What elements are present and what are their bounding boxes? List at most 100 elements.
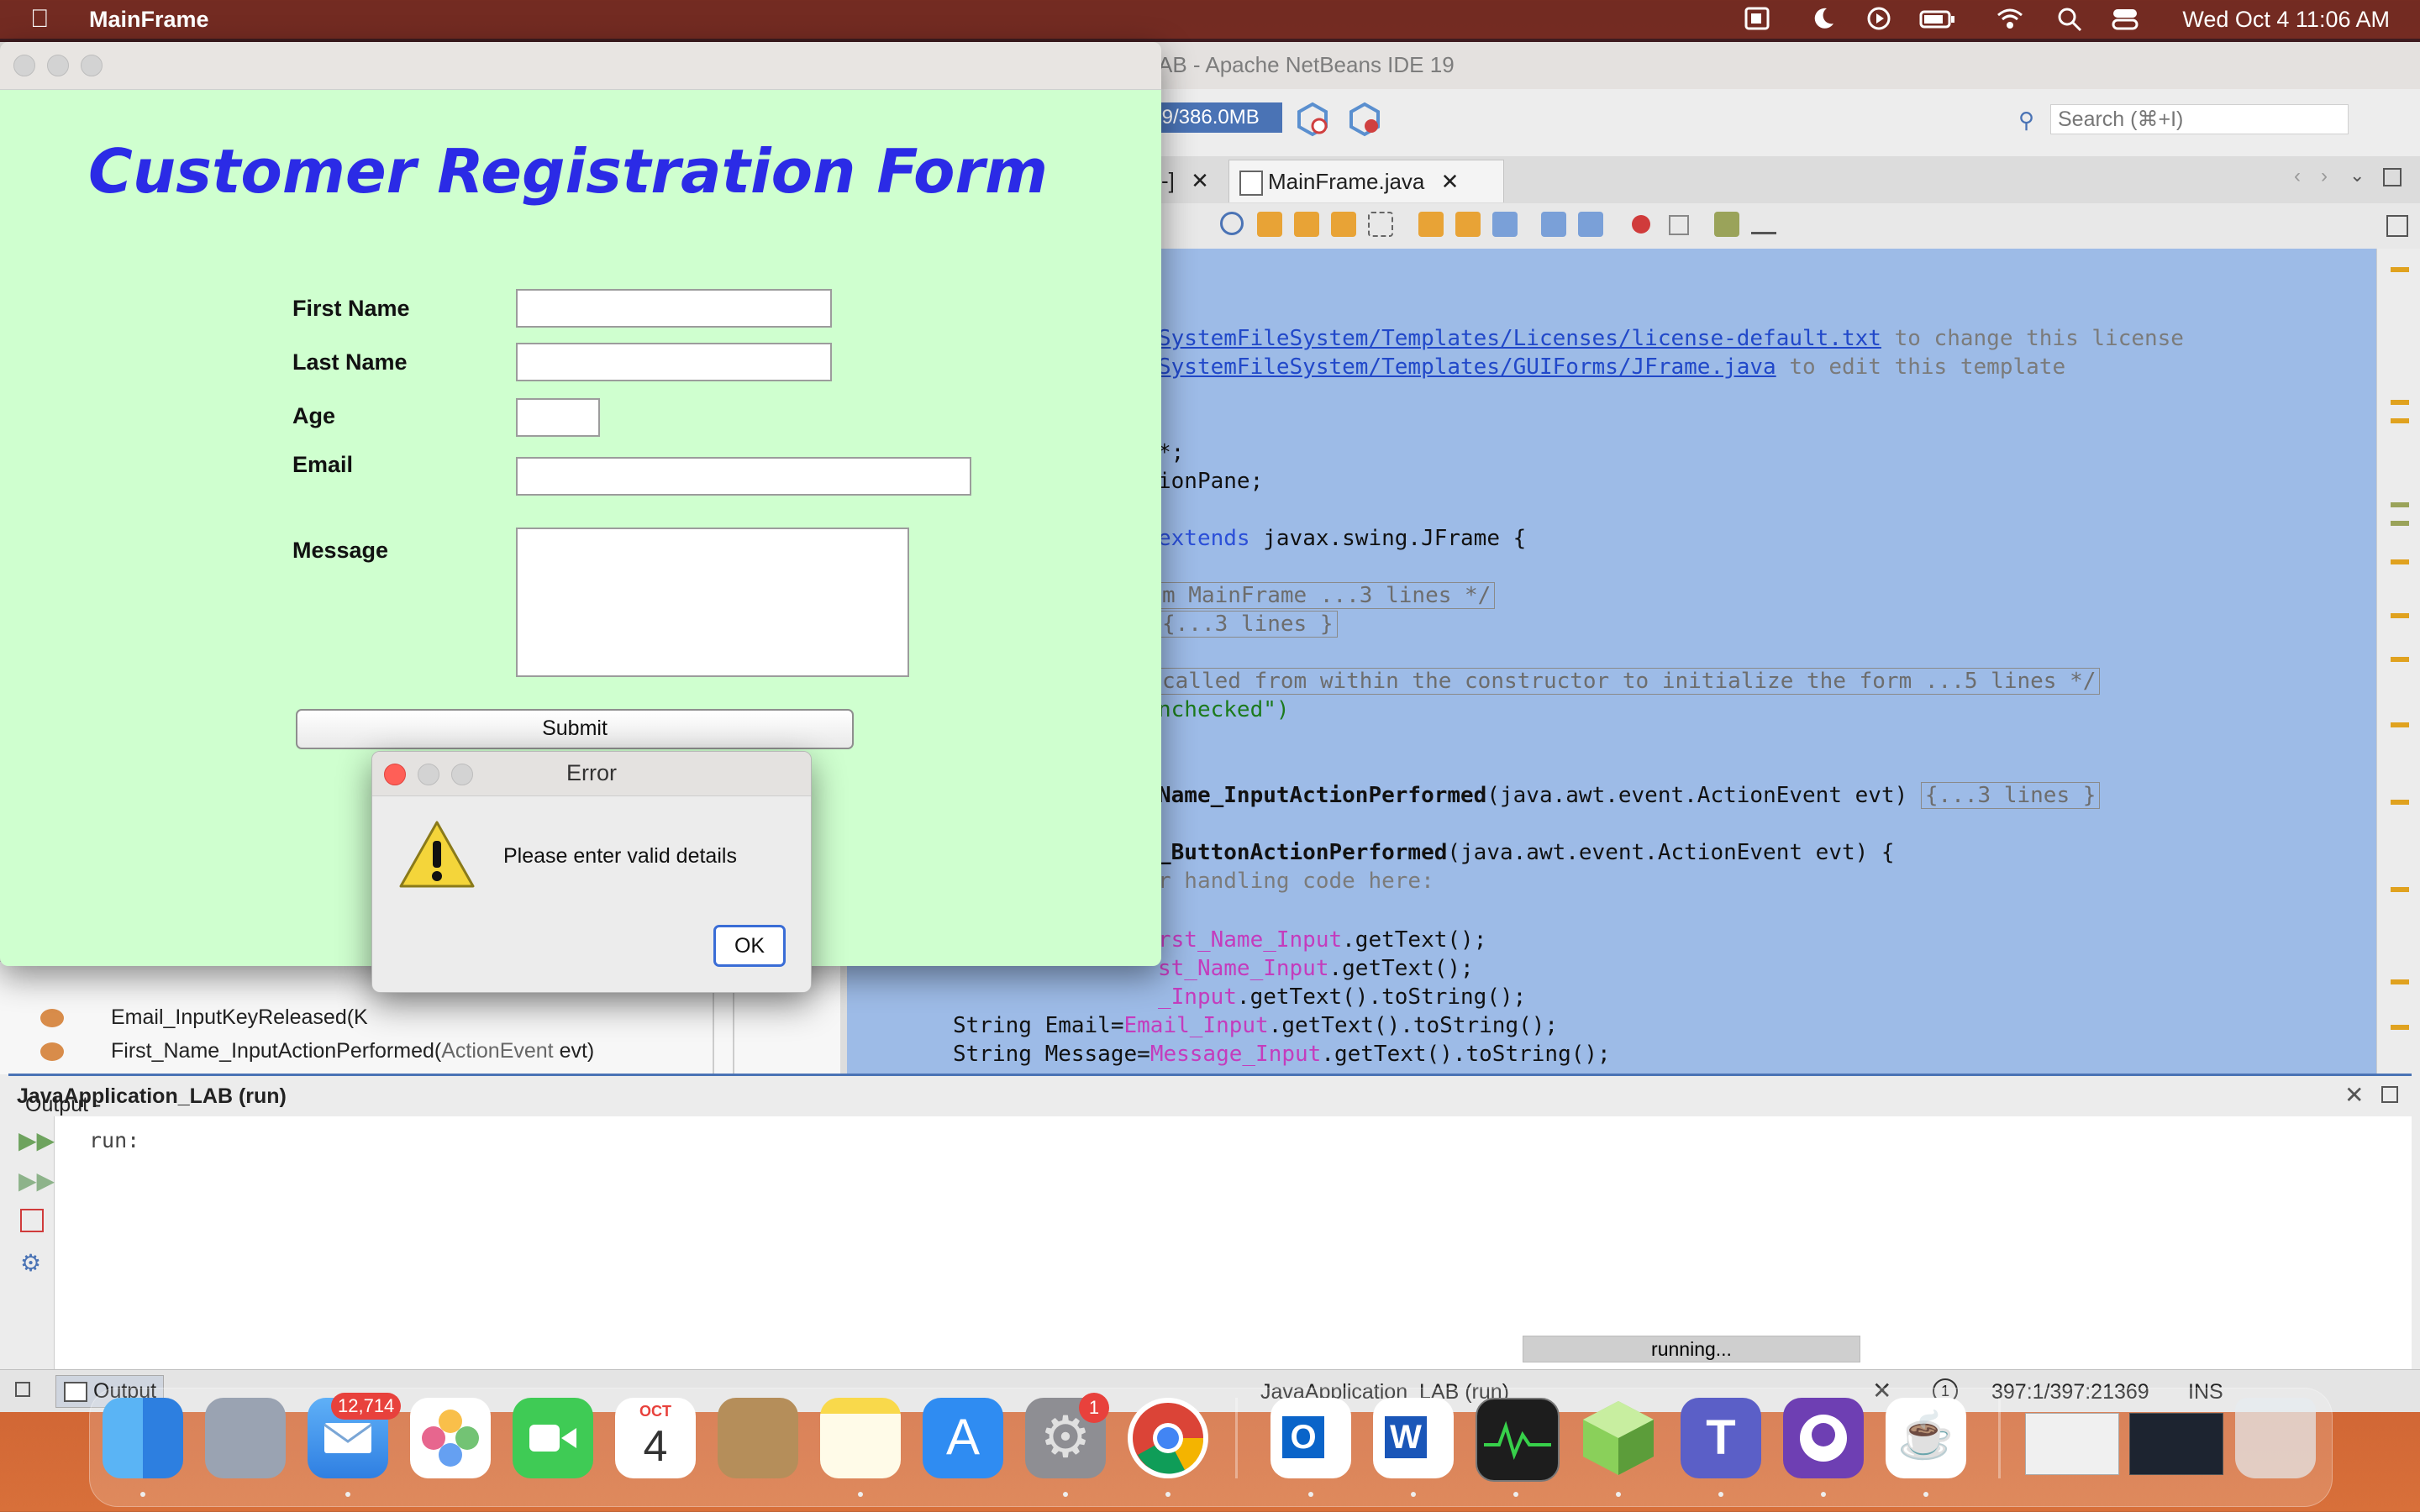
app-store-icon[interactable]: A [923,1398,1003,1478]
record-macro-icon[interactable] [1632,215,1650,234]
error-stripe-mark[interactable] [2391,418,2409,423]
close-window-button[interactable] [13,55,35,76]
split-editor-icon[interactable] [2386,215,2408,237]
toggle-bookmark-icon[interactable] [1492,212,1518,237]
chrome-icon[interactable] [1128,1398,1208,1478]
code-fold[interactable]: {...3 lines } [1920,782,2101,809]
error-dialog-title-bar[interactable]: Error [372,752,811,796]
photos-icon[interactable] [410,1398,491,1478]
outlook-icon[interactable]: O [1270,1398,1351,1478]
error-stripe-mark[interactable] [2391,559,2409,564]
restore-window-icon[interactable] [15,1382,30,1397]
close-icon[interactable]: ✕ [1191,168,1209,193]
calendar-icon[interactable]: OCT 4 [615,1398,696,1478]
netbeans-icon[interactable] [1578,1398,1659,1478]
previous-bookmark-icon[interactable] [1418,212,1444,237]
navigator-item[interactable]: Email_InputKeyReleased(K [111,1005,368,1030]
output-text[interactable]: run: [89,1128,139,1152]
error-stripe-mark[interactable] [2391,979,2409,984]
profile-snapshot-icon[interactable] [1346,101,1383,138]
minimize-window-button[interactable] [47,55,69,76]
error-stripe-mark[interactable] [2391,613,2409,618]
find-next-icon[interactable] [1294,212,1319,237]
error-stripe-mark[interactable] [2391,1025,2409,1030]
error-stripe-mark[interactable] [2391,521,2409,526]
finder-icon[interactable] [103,1398,183,1478]
launchpad-icon[interactable] [205,1398,286,1478]
code-template-link[interactable]: SystemFileSystem/Templates/GUIForms/JFra… [1158,354,1776,380]
zoom-window-button[interactable] [81,55,103,76]
error-stripe-mark[interactable] [2391,887,2409,892]
code-license-link[interactable]: SystemFileSystem/Templates/Licenses/lice… [1158,326,1881,351]
settings-icon[interactable]: ⚙ [20,1249,41,1277]
wifi-icon[interactable] [1995,5,2025,32]
navigator-item[interactable]: First_Name_InputActionPerformed(ActionEv… [111,1039,594,1063]
outlook-status-icon[interactable] [1743,5,1773,32]
next-bookmark-icon[interactable] [1455,212,1481,237]
notes-icon[interactable] [820,1398,901,1478]
uncomment-icon[interactable] [1751,212,1776,234]
editor-tab-previous[interactable]: -] ✕ [1161,160,1220,202]
battery-icon[interactable] [1919,5,1956,32]
tab-scroll-left-icon[interactable]: ‹ [2294,165,2301,188]
tab-scroll-right-icon[interactable]: › [2321,165,2328,188]
error-dialog: Error Please enter valid details OK [371,751,812,993]
ide-search-input[interactable]: Search (⌘+I) [2050,104,2349,134]
maximize-icon[interactable] [2383,168,2402,186]
java-icon[interactable]: ☕ [1886,1398,1966,1478]
menu-app-name[interactable]: MainFrame [89,7,209,33]
editor-tab-mainframe[interactable]: MainFrame.java ✕ [1228,160,1504,202]
navigator-scrollbar[interactable] [840,962,847,1074]
error-stripe-mark[interactable] [2391,722,2409,727]
submit-button[interactable]: Submit [296,709,854,749]
find-previous-icon[interactable] [1257,212,1282,237]
contacts-icon[interactable] [718,1398,798,1478]
facetime-icon[interactable] [513,1398,593,1478]
stop-macro-icon[interactable] [1669,215,1689,235]
error-stripe-mark[interactable] [2391,400,2409,405]
code-fold[interactable]: m MainFrame ...3 lines */ [1158,582,1496,609]
profile-icon[interactable] [1294,101,1331,138]
message-textarea[interactable] [516,528,909,677]
mainframe-title-bar[interactable] [0,42,1161,90]
email-input[interactable] [516,457,971,496]
spotlight-search-icon[interactable] [2055,5,2086,32]
activity-monitor-icon[interactable] [1476,1398,1560,1482]
find-selection-icon[interactable] [1331,212,1356,237]
error-stripe-mark[interactable] [2391,800,2409,805]
find-icon[interactable] [1220,212,1244,235]
code-fold[interactable]: {...3 lines } [1158,611,1338,638]
restore-window-icon[interactable] [2381,1086,2398,1103]
trash-icon[interactable] [2235,1398,2316,1478]
progress-bar[interactable]: running... [1523,1336,1860,1362]
rerun-icon[interactable]: ▶▶ [18,1126,55,1154]
age-input[interactable] [516,398,600,437]
shift-right-icon[interactable] [1578,212,1603,237]
error-stripe-mark[interactable] [2391,657,2409,662]
teams-icon[interactable]: T [1681,1398,1761,1478]
control-center-icon[interactable] [2111,5,2141,32]
error-stripe-mark[interactable] [2391,267,2409,272]
word-icon[interactable]: W [1373,1398,1454,1478]
apple-menu-icon[interactable]:  [30,5,50,34]
select-icon[interactable] [1368,212,1393,237]
comment-icon[interactable] [1714,212,1739,237]
close-icon[interactable]: ✕ [2344,1081,2364,1109]
first-name-input[interactable] [516,289,832,328]
recent-window-thumbnail[interactable] [2025,1413,2119,1475]
memory-indicator[interactable]: .9/386.0MB [1153,102,1282,133]
moon-icon[interactable] [1808,5,1839,32]
error-stripe-mark[interactable] [2391,502,2409,507]
ok-button[interactable]: OK [713,925,786,967]
menu-clock[interactable]: Wed Oct 4 11:06 AM [2182,7,2390,33]
shift-left-icon[interactable] [1541,212,1566,237]
github-desktop-icon[interactable] [1783,1398,1864,1478]
close-icon[interactable]: ✕ [1441,169,1460,194]
chevron-down-icon[interactable]: ⌄ [2349,165,2365,186]
play-circle-icon[interactable] [1865,5,1896,32]
code-fold[interactable]: called from within the constructor to in… [1158,668,2101,695]
stop-icon[interactable] [20,1209,44,1232]
rerun-with-args-icon[interactable]: ▶▶ [18,1167,55,1194]
recent-window-thumbnail[interactable] [2129,1413,2223,1475]
last-name-input[interactable] [516,343,832,381]
